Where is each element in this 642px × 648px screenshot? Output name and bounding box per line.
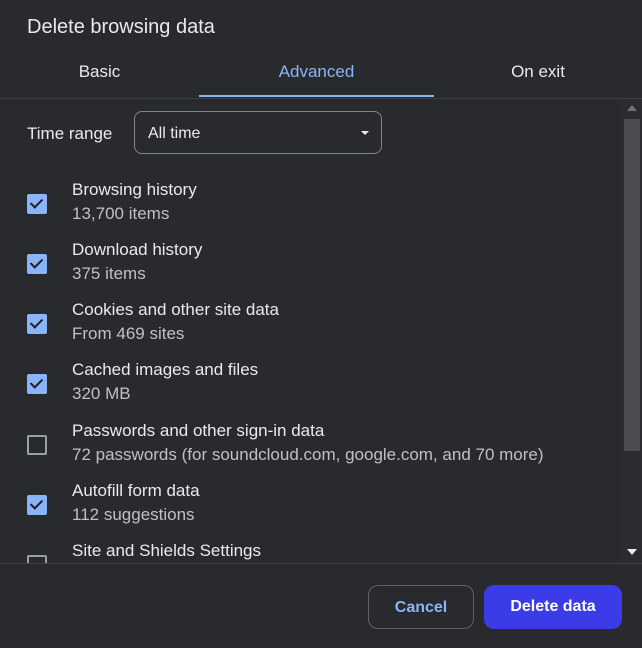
item-title: Site and Shields Settings: [72, 541, 262, 560]
item-title: Download history: [72, 240, 203, 259]
checkbox-cached-images[interactable]: [27, 374, 47, 394]
cancel-button[interactable]: Cancel: [368, 585, 474, 629]
tab-advanced[interactable]: Advanced: [199, 56, 434, 97]
dialog-title: Delete browsing data: [27, 16, 215, 38]
checkbox-browsing-history[interactable]: [27, 194, 47, 214]
checkbox-site-settings[interactable]: [27, 555, 47, 563]
item-title: Passwords and other sign-in data: [72, 421, 325, 440]
item-cached-images[interactable]: Cached images and files 320 MB: [0, 360, 620, 420]
delete-browsing-data-dialog: Delete browsing data Basic Advanced On e…: [0, 0, 642, 648]
time-range-label: Time range: [27, 124, 113, 143]
checkbox-autofill[interactable]: [27, 495, 47, 515]
item-title: Cookies and other site data: [72, 300, 279, 319]
delete-data-button[interactable]: Delete data: [484, 585, 622, 629]
item-subtitle: 112 suggestions: [72, 505, 195, 524]
checkbox-passwords[interactable]: [27, 435, 47, 455]
item-subtitle: 13,700 items: [72, 204, 170, 223]
item-subtitle: From 469 sites: [72, 324, 185, 343]
item-browsing-history[interactable]: Browsing history 13,700 items: [0, 180, 620, 240]
dialog-footer: Cancel Delete data: [0, 563, 642, 648]
time-range-value: All time: [148, 125, 201, 142]
item-cookies[interactable]: Cookies and other site data From 469 sit…: [0, 300, 620, 360]
scrollbar[interactable]: [622, 99, 642, 563]
tab-on-exit[interactable]: On exit: [434, 56, 642, 96]
item-autofill[interactable]: Autofill form data 112 suggestions: [0, 481, 620, 541]
checkbox-cookies[interactable]: [27, 314, 47, 334]
tab-basic[interactable]: Basic: [0, 56, 199, 96]
item-title: Browsing history: [72, 180, 197, 199]
item-title: Cached images and files: [72, 360, 259, 379]
item-subtitle: 320 MB: [72, 384, 131, 403]
item-title: Autofill form data: [72, 481, 200, 500]
scroll-up-arrow-icon[interactable]: [627, 105, 637, 111]
tab-bar: Basic Advanced On exit: [0, 56, 642, 99]
caret-down-icon: [361, 131, 369, 135]
item-subtitle: 375 items: [72, 264, 146, 283]
scrollbar-thumb[interactable]: [624, 119, 640, 451]
item-download-history[interactable]: Download history 375 items: [0, 240, 620, 300]
time-range-select[interactable]: All time: [134, 111, 382, 154]
item-subtitle: 72 passwords (for soundcloud.com, google…: [72, 445, 544, 464]
scroll-down-arrow-icon[interactable]: [627, 549, 637, 555]
checkbox-download-history[interactable]: [27, 254, 47, 274]
scroll-content: Time range All time Browsing history 13,…: [0, 99, 620, 563]
item-site-settings[interactable]: Site and Shields Settings: [0, 541, 620, 563]
item-passwords[interactable]: Passwords and other sign-in data 72 pass…: [0, 421, 620, 481]
